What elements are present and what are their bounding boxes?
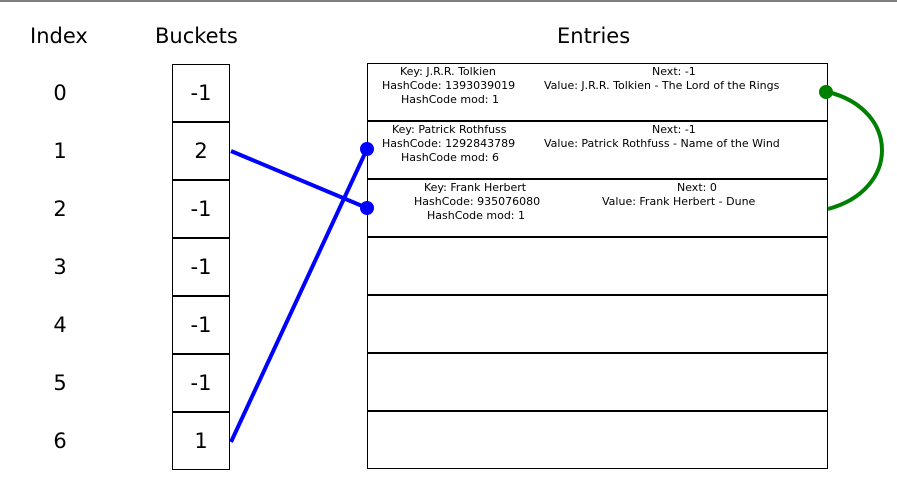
entry-0-link-dot	[819, 85, 833, 99]
entry-2-link-dot	[360, 201, 374, 215]
entry-1-link-dot	[360, 142, 374, 156]
bucket-6-to-entry-1-link	[229, 148, 369, 443]
entry-2-next-link	[827, 90, 884, 211]
bucket-1-to-entry-2-link	[230, 149, 368, 210]
link-lines	[229, 85, 884, 443]
